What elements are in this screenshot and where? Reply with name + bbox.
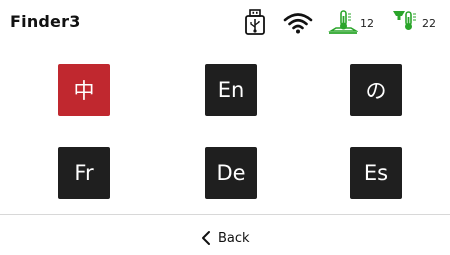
nozzle-temperature-value: 22 <box>422 17 436 30</box>
nozzle-thermometer-icon <box>393 11 416 30</box>
language-button-japanese[interactable]: の <box>350 64 402 116</box>
heated-bed-thermometer-icon <box>328 10 358 34</box>
language-settings-screen: Finder3 12 22 中 En の Fr De Es Back <box>0 0 450 255</box>
status-header: Finder3 12 22 <box>0 0 450 44</box>
language-button-chinese[interactable]: 中 <box>58 64 110 116</box>
usb-drive-icon <box>245 9 265 35</box>
language-button-spanish[interactable]: Es <box>350 147 402 199</box>
language-button-german[interactable]: De <box>205 147 257 199</box>
bed-temperature-value: 12 <box>360 17 374 30</box>
page-title: Finder3 <box>10 12 81 31</box>
back-button[interactable]: Back <box>200 226 264 250</box>
language-button-english[interactable]: En <box>205 64 257 116</box>
wifi-icon <box>283 13 313 34</box>
chevron-left-icon <box>202 231 210 245</box>
footer-divider <box>0 214 450 215</box>
back-label: Back <box>218 230 250 246</box>
language-button-french[interactable]: Fr <box>58 147 110 199</box>
